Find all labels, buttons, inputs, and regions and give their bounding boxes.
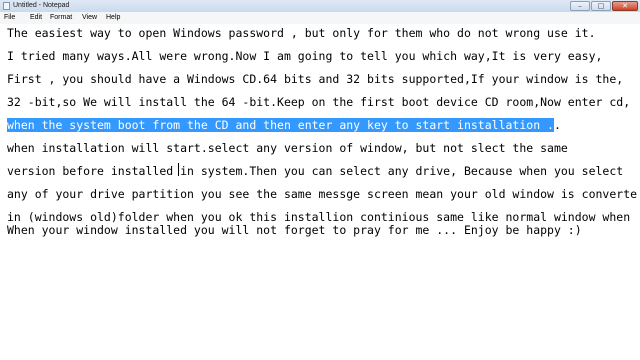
text-line: in (windows old)folder when you ok this …	[7, 210, 631, 224]
text-line: any of your drive partition you see the …	[7, 187, 638, 201]
menu-view[interactable]: View	[82, 12, 97, 24]
menu-file[interactable]: File	[4, 12, 15, 24]
text-line: I tried many ways.All were wrong.Now I a…	[7, 49, 603, 63]
text-after-selection: .	[553, 118, 561, 132]
text-line: when installation will start.select any …	[7, 141, 568, 155]
close-button[interactable]: ✕	[612, 1, 638, 11]
notepad-icon	[3, 2, 10, 10]
text-line: First , you should have a Windows CD.64 …	[7, 72, 624, 86]
maximize-button[interactable]: □	[591, 1, 611, 11]
window-title: Untitled - Notepad	[13, 2, 70, 9]
menu-edit[interactable]: Edit	[30, 12, 42, 24]
notepad-window: Untitled - Notepad – □ ✕ File Edit Forma…	[0, 0, 640, 360]
text-line: When your window installed you will not …	[7, 223, 582, 237]
text-line: 32 -bit,so We will install the 64 -bit.K…	[7, 95, 631, 109]
menu-format[interactable]: Format	[50, 12, 72, 24]
title-bar[interactable]: Untitled - Notepad – □ ✕	[0, 0, 640, 12]
mouse-cursor	[178, 163, 179, 176]
text-line: version before installed in system.Then …	[7, 164, 624, 178]
text-line: when the system boot from the CD and the…	[7, 118, 561, 132]
minimize-button[interactable]: –	[570, 1, 590, 11]
text-editor[interactable]: The easiest way to open Windows password…	[0, 24, 640, 360]
text-line: The easiest way to open Windows password…	[7, 26, 596, 40]
menu-help[interactable]: Help	[106, 12, 120, 24]
selected-text: when the system boot from the CD and the…	[7, 118, 554, 132]
